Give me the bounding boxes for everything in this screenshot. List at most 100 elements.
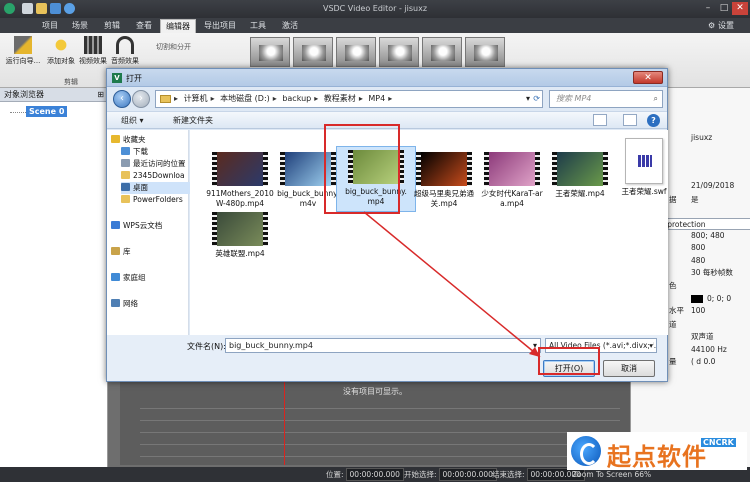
navigation-pane: 收藏夹 下载最近访问的位置 2345Downloa 桌面 PowerFolders WPS… [107,130,197,335]
status-start: 开始选择: 00:00:00.000 [404,467,497,482]
view-mode-icon[interactable] [593,114,607,126]
search-input[interactable]: 搜索 MP4 ⌕ [549,90,663,108]
property-value: jisuxz [691,133,713,142]
tab-view[interactable]: 查看 [130,19,158,33]
tab-tools[interactable]: 工具 [244,19,272,33]
property-key: 道 [669,320,677,329]
settings-icon[interactable]: ⚙ [708,19,715,33]
file-item[interactable]: 超级马里奥兄弟通关.mp4 [408,152,480,209]
recent-icon [121,159,130,167]
effect-thumbnail[interactable] [336,37,376,67]
scene-node[interactable]: Scene 0 [26,106,68,117]
wizard-label: 运行向导... [5,57,41,65]
breadcrumb-backup[interactable]: backup [282,94,311,103]
color-swatch[interactable] [691,295,703,303]
nav-item[interactable]: 库 [111,246,187,258]
settings-label[interactable]: 设置 [718,19,734,33]
file-name: 王者荣耀.mp4 [555,189,605,198]
cancel-button[interactable]: 取消 [603,360,655,377]
filename-input[interactable]: big_buck_bunny.mp4 ▾ [225,338,541,353]
add-object-button[interactable]: 添加对象 [46,36,76,66]
nav-item[interactable]: 收藏夹 [111,134,187,146]
cut-split-button[interactable]: 切割和分开 [156,42,191,52]
breadcrumb-tutorial[interactable]: 教程素材 [324,94,356,103]
effect-thumbnail[interactable] [250,37,290,67]
tab-clip[interactable]: 剪辑 [98,19,126,33]
film-icon [84,36,102,54]
watermark-logo: 起点软件 CNCRK [567,432,747,471]
help-icon[interactable]: ? [647,114,660,127]
chevron-down-icon[interactable]: ▾ [533,339,537,352]
dialog-close-button[interactable]: ✕ [633,71,663,84]
nav-item[interactable]: 最近访问的位置 [121,158,197,170]
nav-item[interactable]: PowerFolders [121,194,197,206]
property-value: 800; 480 [691,231,725,240]
nav-item[interactable]: WPS云文档 [111,220,187,232]
nav-item[interactable]: 网络 [111,298,187,310]
effect-thumbnail[interactable] [293,37,333,67]
nav-item-label: 下载 [133,147,148,156]
breadcrumb-drive[interactable]: 本地磁盘 (D:) [220,94,270,103]
file-item[interactable]: 少女时代KaraT-ara.mp4 [476,152,548,209]
maximize-button[interactable]: □ [716,2,732,15]
new-folder-button[interactable]: 新建文件夹 [173,115,213,126]
wand-icon [14,36,32,54]
audio-effects-button[interactable]: 音频效果 [110,36,140,66]
address-bar[interactable]: ▸ 计算机 ▸ 本地磁盘 (D:) ▸ backup ▸ 教程素材 ▸ MP4 ▸ ▾ ⟳ [155,90,543,108]
wizard-button[interactable]: 运行向导... [4,36,42,66]
playhead[interactable] [284,375,285,465]
chevron-down-icon[interactable]: ▾ [649,339,653,352]
property-value: 21/09/2018 [691,181,735,190]
file-item[interactable]: 王者荣耀.mp4 [544,152,616,199]
nav-item-label: 网络 [123,299,138,308]
file-item[interactable]: 911Mothers_2010W-480p.mp4 [204,152,276,209]
highlight-open-button [538,347,600,375]
folder-icon [121,195,130,203]
video-thumbnail [484,152,540,186]
file-item[interactable]: 英雄联盟.mp4 [204,212,276,259]
tab-project[interactable]: 项目 [36,19,64,33]
nav-item[interactable]: 2345Downloa [121,170,197,182]
dialog-title-bar: V 打开 ✕ [107,69,667,87]
video-effects-button[interactable]: 视频效果 [78,36,108,66]
end-label: 结束选择: [492,470,525,479]
swf-file-icon [625,138,663,184]
chevron-down-icon[interactable]: ▾ [526,91,530,107]
nav-item[interactable]: 桌面 [121,182,197,194]
effect-thumbnail[interactable] [379,37,419,67]
minimize-button[interactable]: – [700,2,716,15]
effect-thumbnail[interactable] [465,37,505,67]
property-value: 480 [691,256,706,265]
add-object-icon [52,36,70,54]
file-list: 911Mothers_2010W-480p.mp4 big_buck_bunny.… [190,130,668,335]
property-value: 44100 Hz [691,345,727,354]
pin-icon[interactable]: ⊞ [97,88,104,102]
close-button[interactable]: ✕ [732,2,748,15]
nav-item[interactable]: 家庭组 [111,272,187,284]
start-label: 开始选择: [404,470,437,479]
desktop-icon [121,183,130,191]
nav-item[interactable]: 下载 [121,146,197,158]
breadcrumb-computer[interactable]: 计算机 [184,94,208,103]
audio-effects-label: 音频效果 [111,57,139,65]
organize-button[interactable]: 组织 ▾ [121,115,144,126]
back-button[interactable]: ‹ [113,90,131,108]
breadcrumb-mp4[interactable]: MP4 [368,94,385,103]
forward-button[interactable]: › [132,90,150,108]
timeline[interactable]: 没有项目可显示。 [120,380,630,465]
tab-export[interactable]: 导出项目 [200,19,240,33]
timeline-empty-message: 没有项目可显示。 [343,387,407,396]
timeline-grid [140,408,620,458]
property-value: 双声道 [691,332,714,341]
preview-pane-icon[interactable] [623,114,637,126]
tab-editor[interactable]: 编辑器 [160,19,196,33]
tab-scene[interactable]: 场景 [66,19,94,33]
file-item[interactable]: 王者荣耀.swf [608,138,680,197]
property-value: 30 每秒帧数 [691,268,733,277]
refresh-icon[interactable]: ⟳ [533,91,540,107]
nav-item-label: 家庭组 [123,273,146,282]
download-folder-icon [121,147,130,155]
effect-thumbnail[interactable] [422,37,462,67]
tab-activate[interactable]: 激活 [276,19,304,33]
app-title-bar: VSDC Video Editor - jisuxz – □ ✕ [0,0,750,18]
